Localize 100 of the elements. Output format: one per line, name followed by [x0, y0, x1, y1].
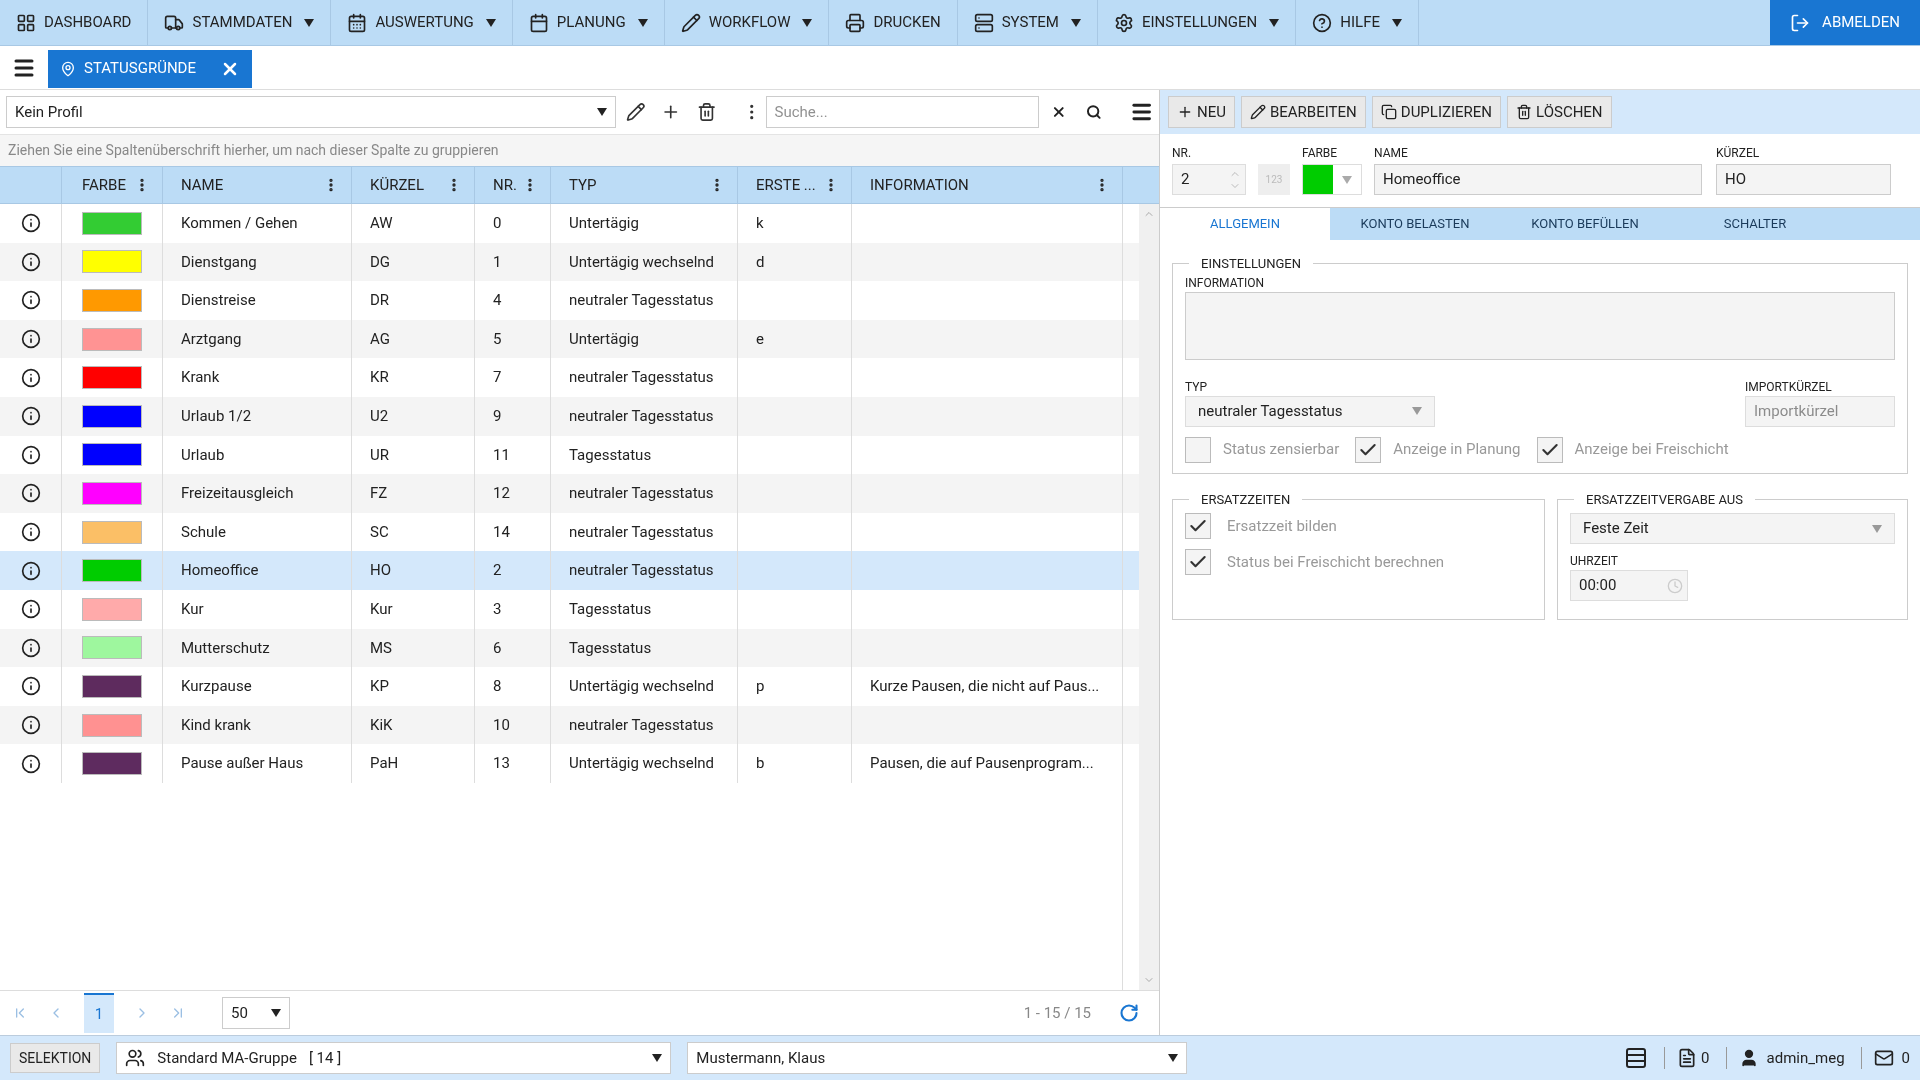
nav-menu-item[interactable]: SYSTEM [957, 0, 1098, 45]
mail-count: 0 [1901, 1047, 1910, 1069]
info-icon[interactable] [20, 290, 41, 311]
page-number[interactable]: 1 [84, 993, 114, 1033]
delete-icon[interactable] [696, 102, 717, 122]
toolbar-icon [1177, 104, 1193, 120]
column-header[interactable]: NR. [475, 167, 551, 203]
field-label: TYP [1185, 378, 1209, 396]
mail-icon[interactable] [1873, 1048, 1894, 1068]
profile-select[interactable]: Kein Profil [6, 96, 616, 128]
table-row[interactable]: Urlaub 1/2 U2 9 neutraler Tagesstatus [0, 396, 1139, 436]
mode-select[interactable]: Feste Zeit [1570, 513, 1895, 544]
info-icon[interactable] [20, 251, 41, 272]
short-name-field[interactable]: HO [1716, 164, 1891, 195]
detail-tab[interactable]: KONTO BELASTEN [1330, 208, 1500, 240]
checkbox[interactable] [1185, 549, 1211, 575]
info-icon[interactable] [20, 444, 41, 465]
field-label: NR. [1172, 145, 1193, 162]
column-header[interactable]: ERSTE ... [738, 167, 852, 203]
column-header[interactable]: KÜRZEL [352, 167, 475, 203]
selection-button[interactable]: SELEKTION [10, 1043, 101, 1073]
type-select[interactable]: neutraler Tagesstatus [1185, 395, 1435, 427]
group-select[interactable]: Standard MA-Gruppe [ 14 ] [116, 1042, 672, 1074]
column-header[interactable]: NAME [163, 167, 352, 203]
import-code-field[interactable]: Importkürzel [1745, 395, 1895, 427]
field-label: NAME [1374, 145, 1409, 162]
nav-menu-item[interactable]: PLANUNG [512, 0, 665, 45]
info-icon[interactable] [20, 213, 41, 234]
info-icon[interactable] [20, 715, 41, 735]
table-cell-text: Kurzpause [181, 676, 252, 698]
nav-menu-item[interactable]: STAMMDATEN [148, 0, 332, 45]
nav-menu-item[interactable]: WORKFLOW [664, 0, 830, 45]
color-picker[interactable] [1302, 164, 1362, 195]
checkbox[interactable] [1185, 513, 1211, 539]
info-icon[interactable] [20, 406, 41, 427]
info-icon[interactable] [20, 367, 41, 388]
nav-menu-item[interactable]: HILFE [1296, 0, 1419, 45]
table-cell-text: e [756, 328, 764, 350]
checkbox[interactable] [1355, 436, 1382, 463]
info-icon[interactable] [20, 329, 41, 350]
nav-menu-item[interactable]: DASHBOARD [0, 0, 149, 45]
logout-button[interactable]: ABMELDEN [1770, 0, 1920, 45]
document-icon[interactable] [1677, 1048, 1698, 1068]
table-cell-text: 1 [493, 251, 502, 273]
table-cell-text: Untertägig wechselnd [569, 251, 715, 273]
search-icon[interactable] [1086, 104, 1102, 120]
info-icon[interactable] [20, 676, 41, 697]
detail-tab[interactable]: ALLGEMEIN [1160, 208, 1330, 240]
refresh-icon[interactable] [1119, 1003, 1139, 1023]
table-row[interactable]: Homeoffice HO 2 neutraler Tagesstatus [0, 551, 1139, 590]
checkbox-label: Anzeige bei Freischicht [1574, 439, 1729, 461]
table-row[interactable]: Freizeitausgleich FZ 12 neutraler Tagesstatus [0, 474, 1139, 513]
nav-menu-item[interactable]: AUSWERTUNG [331, 0, 513, 45]
name-field[interactable]: Homeoffice [1374, 164, 1702, 195]
checkbox-label: Ersatzzeit bilden [1227, 515, 1337, 537]
list-icon[interactable] [1624, 1046, 1649, 1070]
detail-tab[interactable]: KONTO BEFÜLLEN [1500, 208, 1670, 240]
toolbar-icon [1380, 104, 1397, 120]
table-cell-text: Homeoffice [181, 560, 259, 582]
time-field[interactable]: 00:00 [1570, 570, 1688, 601]
info-icon[interactable] [20, 753, 41, 774]
toolbar-button[interactable]: DUPLIZIEREN [1371, 96, 1502, 128]
page-size-select[interactable]: 50 [222, 997, 290, 1029]
checkbox[interactable] [1536, 436, 1563, 463]
table-cell-text: 7 [493, 367, 502, 389]
caret-down-icon [271, 1009, 281, 1017]
table-row[interactable]: Mutterschutz MS 6 Tagesstatus [0, 628, 1139, 668]
table-cell-text: SC [370, 521, 389, 543]
info-icon[interactable] [20, 483, 41, 504]
open-page-tab[interactable]: STATUSGRÜNDE [48, 49, 252, 88]
info-icon[interactable] [20, 637, 41, 658]
toolbar-button[interactable]: NEU [1168, 96, 1235, 128]
table-row[interactable]: Arztgang AG 5 Untertägig e [0, 319, 1139, 359]
info-icon[interactable] [20, 560, 41, 581]
table-cell-text: Tagesstatus [569, 637, 652, 659]
info-icon[interactable] [20, 599, 41, 620]
checkbox-label: Status bei Freischicht berechnen [1227, 551, 1445, 573]
table-row[interactable]: Dienstgang DG 1 Untertägig wechselnd d [0, 242, 1139, 282]
toolbar-button[interactable]: LÖSCHEN [1507, 96, 1612, 128]
search-field[interactable]: Suche... [765, 96, 1039, 128]
detail-tab[interactable]: SCHALTER [1670, 208, 1840, 240]
toolbar-button[interactable]: BEARBEITEN [1240, 96, 1366, 128]
table-cell-text: b [756, 753, 765, 775]
table-cell-text: Freizeitausgleich [181, 483, 294, 505]
table-cell-text: MS [370, 637, 392, 659]
checkbox[interactable] [1185, 436, 1211, 463]
user-name[interactable]: admin_meg [1766, 1046, 1845, 1070]
column-header[interactable]: FARBE [62, 167, 163, 203]
nav-menu-item[interactable]: EINSTELLUNGEN [1097, 0, 1297, 45]
nav-menu-item[interactable]: DRUCKEN [829, 0, 958, 45]
info-icon[interactable] [20, 522, 41, 543]
table-cell-text: 10 [493, 714, 510, 736]
checkbox-label: Status zensierbar [1223, 439, 1340, 461]
caret-down-icon [1412, 407, 1422, 415]
edit-icon[interactable] [625, 102, 646, 122]
column-header[interactable]: TYP [551, 167, 738, 203]
table-row[interactable]: Kind krank KiK 10 neutraler Tagesstatus [0, 705, 1139, 745]
column-header[interactable]: INFORMATION [852, 167, 1123, 203]
person-select[interactable]: Mustermann, Klaus [687, 1042, 1188, 1074]
nav-item-icon [347, 12, 368, 33]
